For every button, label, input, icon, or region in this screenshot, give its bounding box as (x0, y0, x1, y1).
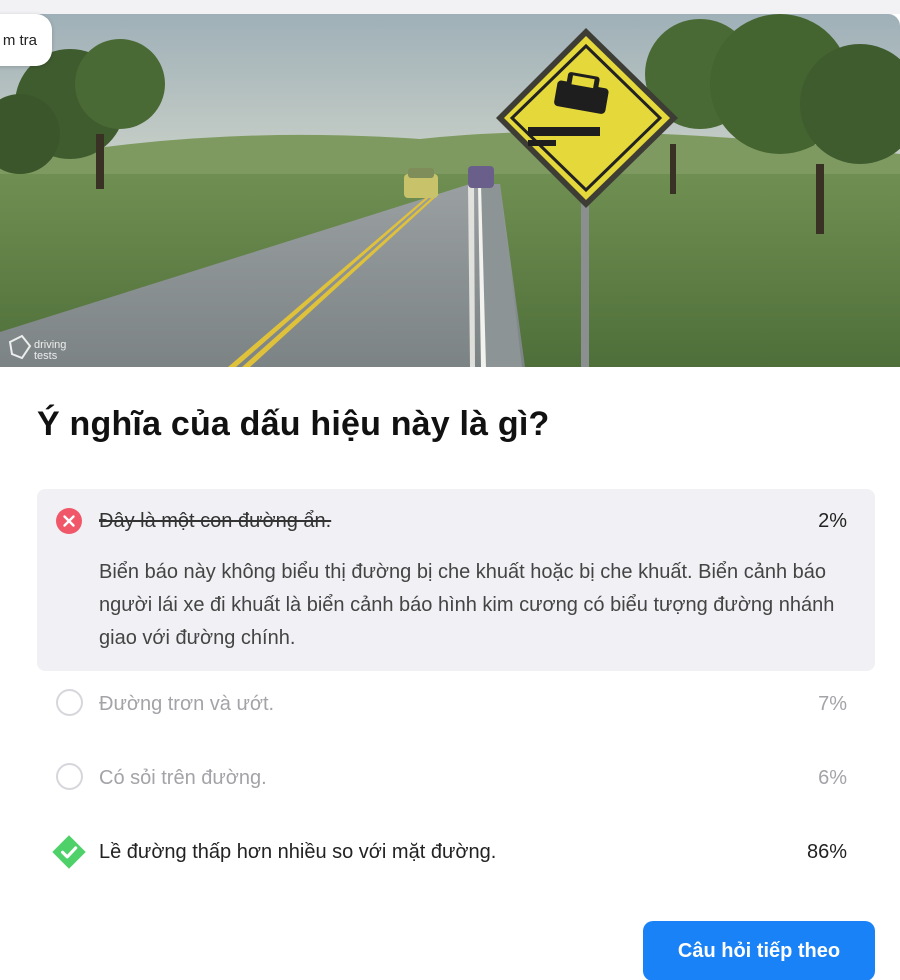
answer-row: Đường trơn và ướt. 7% (37, 671, 875, 735)
question-image: driving tests (0, 14, 900, 367)
question-title: Ý nghĩa của dấu hiệu này là gì? (37, 405, 550, 443)
answer-text: Đây là một con đường ẩn. (99, 510, 332, 532)
answer-list: Đây là một con đường ẩn. 2% Biển báo này… (37, 489, 875, 893)
answer-row: Đây là một con đường ẩn. 2% (37, 489, 875, 553)
top-strip (0, 0, 900, 14)
answer-explanation: Biển báo này không biểu thị đường bị che… (99, 561, 835, 649)
test-pill-label: m tra (2, 31, 37, 49)
next-question-button[interactable]: Câu hỏi tiếp theo (643, 921, 875, 980)
answer-option-wrong[interactable]: Đây là một con đường ẩn. 2% Biển báo này… (37, 489, 875, 671)
answer-option[interactable]: Đường trơn và ướt. 7% (37, 671, 875, 745)
quiz-page: m tra driving tests Ý nghĩa của dấu hiệu… (0, 0, 900, 980)
x-circle-icon (56, 508, 82, 534)
check-diamond-icon (52, 835, 86, 869)
test-pill-button[interactable]: m tra (0, 14, 52, 66)
answer-percent: 7% (818, 693, 847, 715)
road-scene-illustration: driving tests (0, 14, 900, 367)
answer-percent: 2% (818, 510, 847, 532)
answer-percent: 86% (806, 841, 847, 863)
radio-circle-icon (56, 763, 83, 790)
answer-text: Đường trơn và ướt. (99, 693, 275, 715)
radio-circle-icon (56, 689, 83, 716)
answer-percent: 6% (818, 767, 847, 789)
answer-option-correct[interactable]: Lề đường thấp hơn nhiều so với mặt đường… (37, 819, 875, 893)
answer-option[interactable]: Có sỏi trên đường. 6% (37, 745, 875, 819)
answer-row: Lề đường thấp hơn nhiều so với mặt đường… (37, 819, 875, 883)
answer-text: Có sỏi trên đường. (99, 767, 267, 789)
answer-row: Có sỏi trên đường. 6% (37, 745, 875, 809)
svg-text:tests: tests (34, 350, 58, 362)
answer-text: Lề đường thấp hơn nhiều so với mặt đường… (99, 841, 497, 863)
